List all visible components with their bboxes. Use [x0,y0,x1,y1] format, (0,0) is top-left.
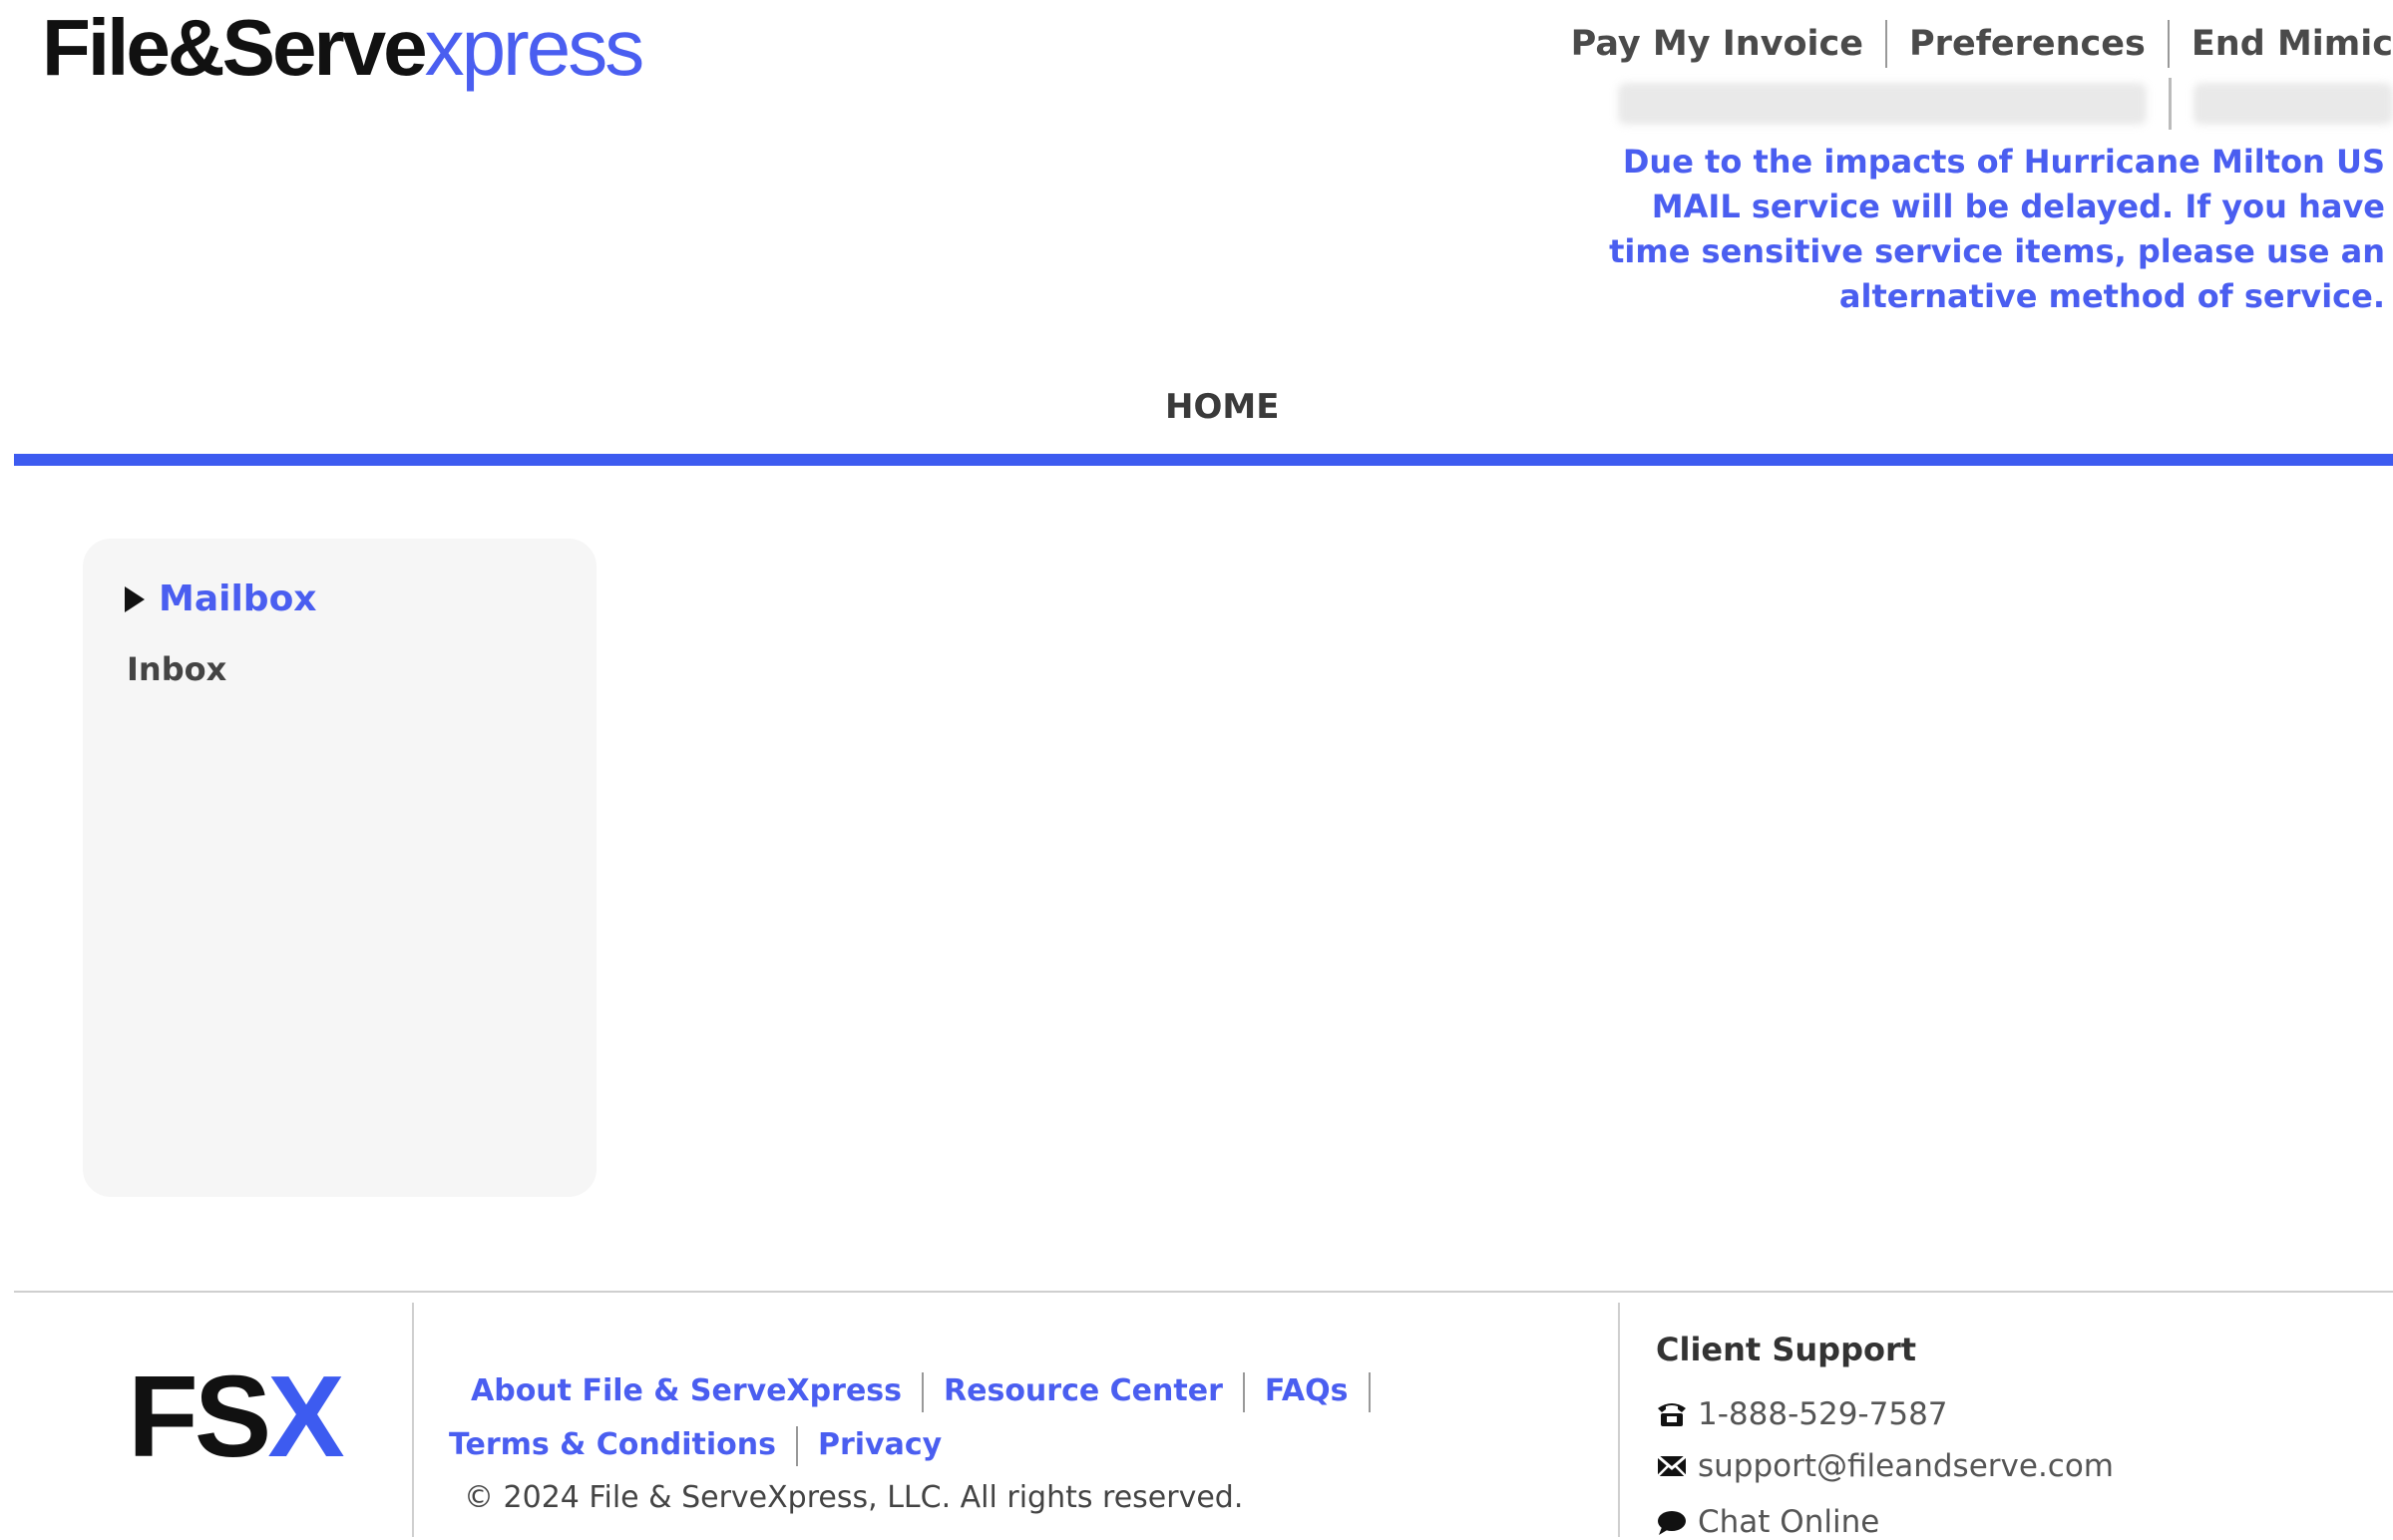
about-link[interactable]: About File & ServeXpress [471,1373,902,1408]
sidebar-panel: Mailbox Inbox [83,539,597,1197]
logo-text-main: File&Serve [42,3,428,92]
support-chat: Chat Online [1656,1504,1879,1540]
support-email-link[interactable]: support@fileandserve.com [1698,1448,2114,1484]
file-serve-xpress-logo[interactable]: File&Servexpress [42,8,644,88]
divider [2169,78,2172,130]
faqs-link[interactable]: FAQs [1265,1373,1349,1408]
redacted-account-name [1618,83,2147,125]
pay-my-invoice-link[interactable]: Pay My Invoice [1571,24,1863,64]
fsx-logo-main: FS [128,1351,271,1481]
hurricane-notice: Due to the impacts of Hurricane Milton U… [1609,143,2385,315]
chat-online-link[interactable]: Chat Online [1698,1504,1879,1540]
divider [922,1371,925,1412]
fsx-logo: FSX [128,1358,345,1474]
nav-underline [14,454,2393,466]
redacted-user-info [1618,78,2393,130]
footer-divider [14,1291,2393,1293]
divider [2167,20,2170,68]
mailbox-toggle[interactable]: Mailbox [125,578,317,619]
divider [1368,1371,1371,1412]
footer-vertical-divider [1618,1303,1620,1537]
copyright-text: © 2024 File & ServeXpress, LLC. All righ… [464,1480,1244,1515]
support-email: support@fileandserve.com [1656,1448,2114,1484]
end-mimic-link[interactable]: End Mimic [2192,24,2393,64]
redacted-account-id [2194,83,2393,125]
client-support-title: Client Support [1656,1331,1917,1368]
logo-text-accent: xpress [424,3,645,92]
footer-links: About File & ServeXpress Resource Center F… [449,1364,1436,1472]
divider [1885,20,1888,68]
nav-home-tab[interactable]: HOME [1165,387,1279,427]
divider [795,1425,798,1466]
phone-number: 1-888-529-7587 [1698,1396,1948,1432]
divider [1242,1371,1245,1412]
resource-center-link[interactable]: Resource Center [944,1373,1223,1408]
preferences-link[interactable]: Preferences [1909,24,2146,64]
chat-bubble-icon [1658,1511,1686,1535]
top-links: Pay My Invoice Preferences End Mimic [1571,20,2393,68]
terms-link[interactable]: Terms & Conditions [449,1427,776,1462]
mailbox-label: Mailbox [159,578,317,619]
support-phone: 1-888-529-7587 [1656,1396,1948,1432]
expand-triangle-icon [125,585,145,612]
footer-vertical-divider [412,1303,414,1537]
privacy-link[interactable]: Privacy [818,1427,942,1462]
phone-icon [1658,1403,1686,1426]
sidebar-item-inbox[interactable]: Inbox [127,650,226,688]
fsx-logo-accent: X [267,1351,344,1481]
envelope-icon [1657,1454,1687,1477]
